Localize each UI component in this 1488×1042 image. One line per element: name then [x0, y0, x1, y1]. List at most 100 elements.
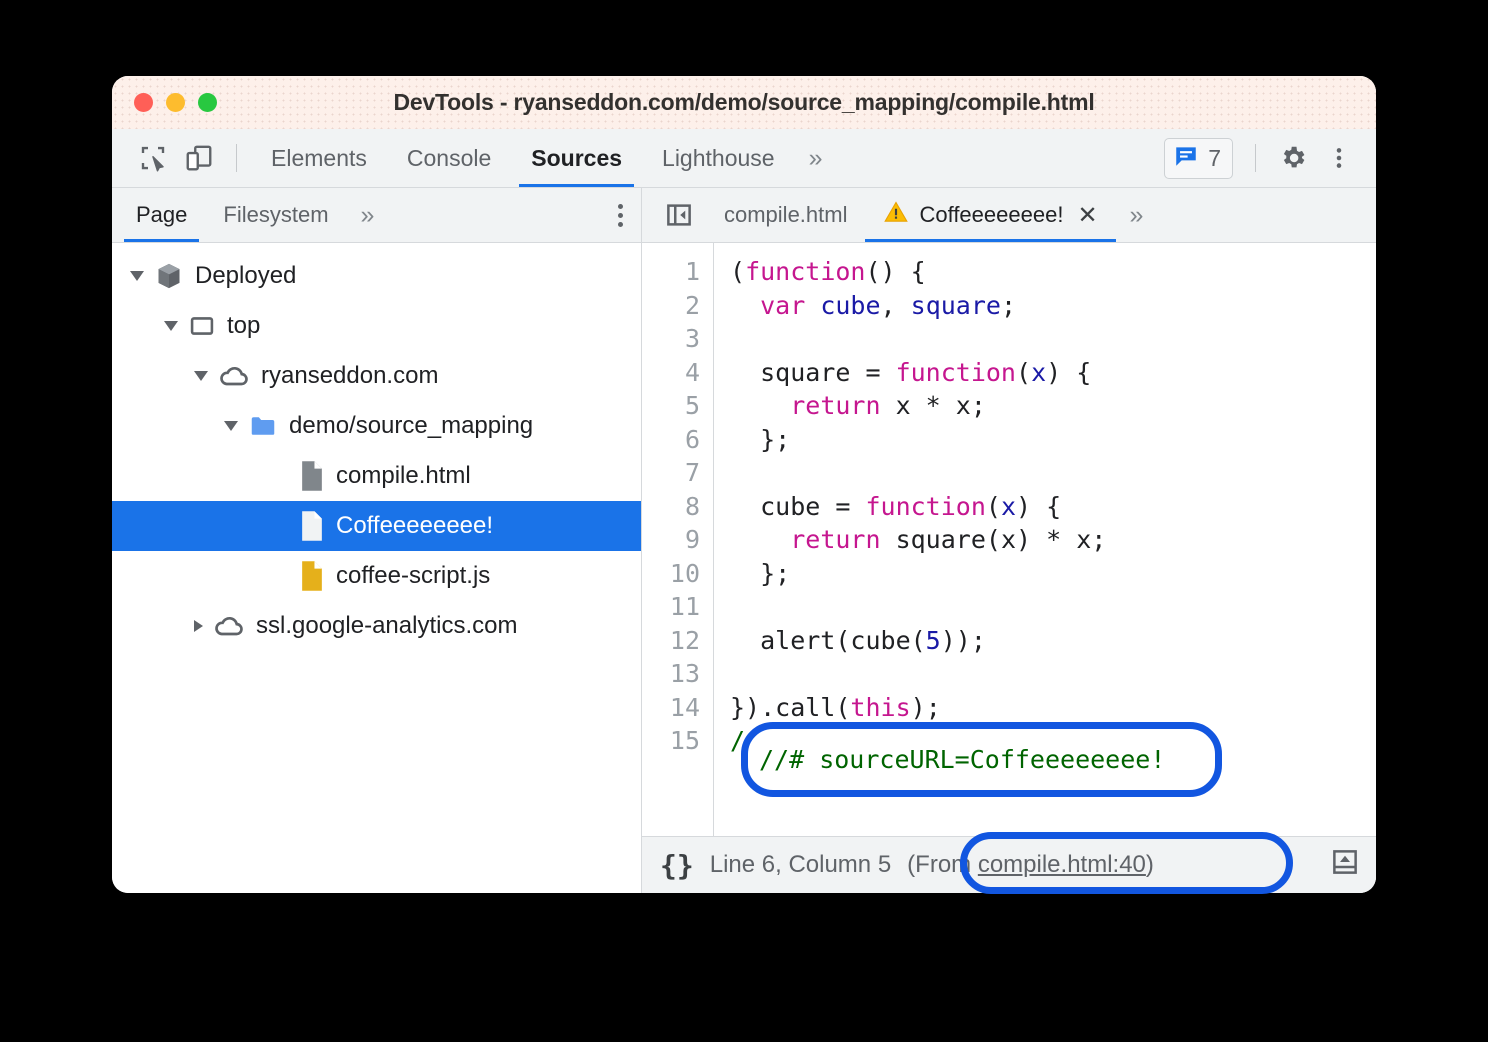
navigator-pane: Page Filesystem » [112, 188, 642, 893]
line-number: 1 [642, 255, 700, 289]
devtools-window: DevTools - ryanseddon.com/demo/source_ma… [112, 76, 1376, 893]
code-token: square(x) * x; [881, 525, 1107, 554]
code-token: ( [986, 492, 1001, 521]
toolbar-right-group: 7 [1164, 135, 1376, 181]
tab-elements[interactable]: Elements [251, 129, 387, 187]
chevron-down-icon[interactable] [130, 271, 144, 281]
code-token: var [760, 291, 805, 320]
navigator-menu-icon[interactable] [618, 204, 623, 227]
file-yellow-icon [299, 560, 325, 592]
window-controls[interactable] [134, 93, 217, 112]
tab-lighthouse[interactable]: Lighthouse [642, 129, 795, 187]
editor-tab-label: Coffeeeeeeee! [919, 202, 1063, 228]
code-line: square = function(x) { [730, 356, 1376, 390]
tab-console-label: Console [407, 145, 491, 172]
code-line: //# sourceURL=Coffeeeeeeee! [730, 724, 1376, 758]
tree-item-compile-html[interactable]: compile.html [112, 451, 641, 501]
code-line: }; [730, 557, 1376, 591]
code-token: return [790, 525, 880, 554]
code-editor[interactable]: 1 2 3 4 5 6 7 8 9 10 11 12 13 14 15 (fun… [642, 243, 1376, 836]
code-content[interactable]: (function() { var cube, square; square =… [714, 243, 1376, 836]
code-line: }; [730, 423, 1376, 457]
close-window-button[interactable] [134, 93, 153, 112]
tree-item-top[interactable]: top [112, 301, 641, 351]
inspect-element-icon[interactable] [130, 135, 176, 181]
format-code-button[interactable]: {} [660, 849, 694, 882]
cloud-icon [213, 610, 245, 642]
cursor-position-label: Line 6, Column 5 [710, 851, 891, 879]
code-token: ( [730, 257, 745, 286]
code-token: return [790, 391, 880, 420]
show-drawer-icon[interactable] [1330, 847, 1360, 884]
gear-icon[interactable] [1270, 135, 1316, 181]
code-token: ) { [1046, 358, 1091, 387]
tree-item-ryanseddon-com[interactable]: ryanseddon.com [112, 351, 641, 401]
toolbar-divider [236, 144, 237, 172]
code-token: ); [911, 693, 941, 722]
line-number: 12 [642, 624, 700, 658]
tree-item-coffee-selected[interactable]: Coffeeeeeeee! [112, 501, 641, 551]
tab-console[interactable]: Console [387, 129, 511, 187]
chevron-down-icon[interactable] [224, 421, 238, 431]
close-icon[interactable]: ✕ [1077, 201, 1097, 230]
editor-tab-compile-html[interactable]: compile.html [706, 188, 865, 242]
frame-icon [188, 312, 216, 340]
source-origin-link[interactable]: compile.html:40 [978, 851, 1146, 878]
code-token: x [1031, 358, 1046, 387]
more-editor-tabs-chevron-icon[interactable]: » [1116, 201, 1155, 230]
more-panels-chevron-icon[interactable]: » [795, 144, 834, 173]
source-origin-prefix: (From [907, 851, 978, 878]
code-line: cube = function(x) { [730, 490, 1376, 524]
code-token: cube [820, 291, 880, 320]
maximize-window-button[interactable] [198, 93, 217, 112]
tree-item-label: top [227, 312, 260, 340]
code-line: alert(cube(5)); [730, 624, 1376, 658]
tree-item-ssl-google-analytics[interactable]: ssl.google-analytics.com [112, 601, 641, 651]
code-token: alert(cube( [730, 626, 926, 655]
tree-item-deployed[interactable]: Deployed [112, 251, 641, 301]
console-messages-badge[interactable]: 7 [1164, 138, 1233, 179]
code-token [805, 291, 820, 320]
chevron-right-icon[interactable] [194, 620, 203, 632]
code-token: , [881, 291, 911, 320]
line-number: 10 [642, 557, 700, 591]
minimize-window-button[interactable] [166, 93, 185, 112]
show-navigator-icon[interactable] [656, 192, 702, 238]
line-number: 8 [642, 490, 700, 524]
tree-item-label: coffee-script.js [336, 562, 490, 590]
panel-tab-strip: Elements Console Sources Lighthouse » [251, 129, 833, 187]
tree-item-coffee-script-js[interactable]: coffee-script.js [112, 551, 641, 601]
line-number: 15 [642, 724, 700, 758]
code-token: 5 [926, 626, 941, 655]
cube-icon [154, 261, 184, 291]
code-token: }).call( [730, 693, 850, 722]
code-line: var cube, square; [730, 289, 1376, 323]
source-origin-label: (From compile.html:40) [907, 851, 1154, 879]
tab-sources[interactable]: Sources [511, 129, 642, 187]
nav-tab-page-label: Page [136, 202, 187, 228]
kebab-menu-icon[interactable] [1316, 135, 1362, 181]
line-number-gutter: 1 2 3 4 5 6 7 8 9 10 11 12 13 14 15 [642, 243, 714, 836]
cloud-icon [218, 360, 250, 392]
editor-tab-label: compile.html [724, 202, 847, 228]
tab-lighthouse-label: Lighthouse [662, 145, 775, 172]
editor-tab-coffee[interactable]: Coffeeeeeeee! ✕ [865, 188, 1115, 242]
device-toolbar-icon[interactable] [176, 135, 222, 181]
code-token: ; [1001, 291, 1016, 320]
chevron-down-icon[interactable] [164, 321, 178, 331]
line-number: 9 [642, 523, 700, 557]
nav-tab-page[interactable]: Page [118, 188, 205, 242]
more-nav-tabs-chevron-icon[interactable]: » [347, 201, 386, 230]
chevron-down-icon[interactable] [194, 371, 208, 381]
code-token: )); [941, 626, 986, 655]
tree-item-demo-source-mapping[interactable]: demo/source_mapping [112, 401, 641, 451]
toolbar-divider-2 [1255, 144, 1256, 172]
tree-item-label: Deployed [195, 262, 296, 290]
editor-status-bar: {} Line 6, Column 5 (From compile.html:4… [642, 836, 1376, 893]
code-token: square [911, 291, 1001, 320]
nav-tab-filesystem-label: Filesystem [223, 202, 328, 228]
code-line [730, 322, 1376, 356]
window-title: DevTools - ryanseddon.com/demo/source_ma… [112, 89, 1376, 116]
devtools-main-toolbar: Elements Console Sources Lighthouse » [112, 129, 1376, 188]
nav-tab-filesystem[interactable]: Filesystem [205, 188, 346, 242]
